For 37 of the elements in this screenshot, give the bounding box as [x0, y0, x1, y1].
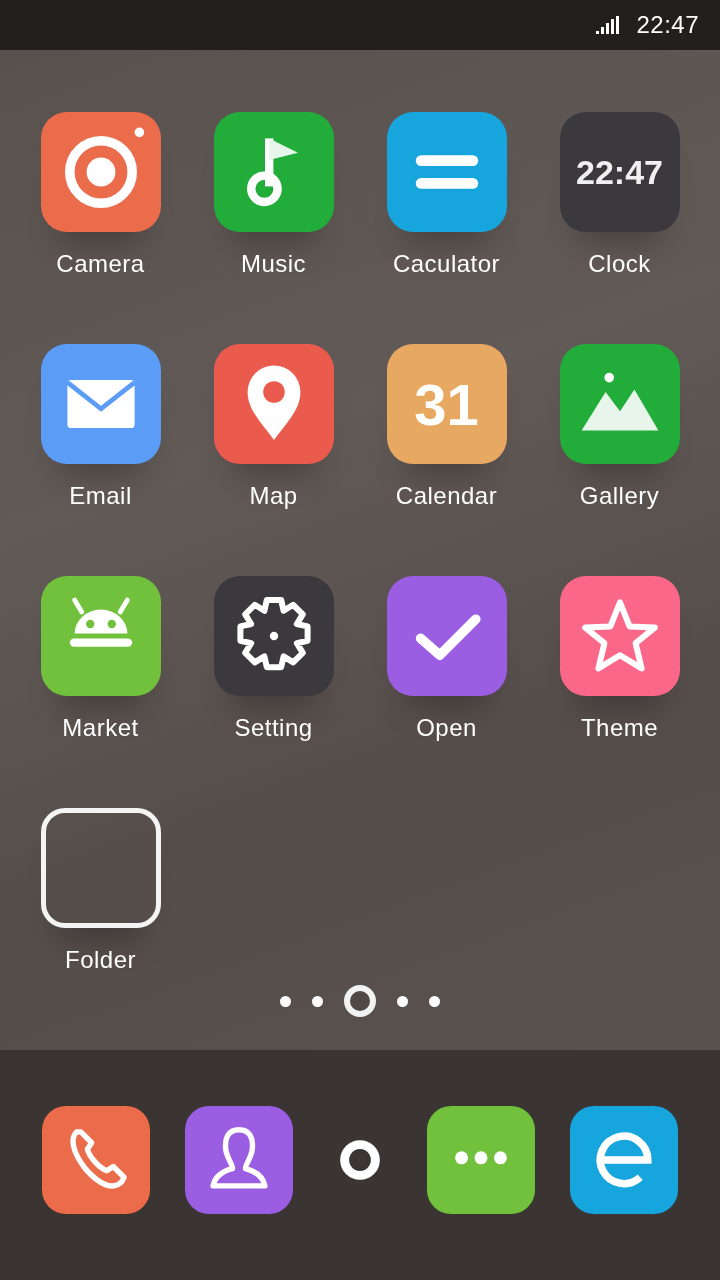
page-indicator-dot[interactable]	[344, 985, 376, 1017]
robot-icon[interactable]	[40, 576, 161, 696]
status-time: 22:47	[636, 11, 699, 39]
page-indicator-dot[interactable]	[429, 995, 440, 1007]
page-indicator-dot[interactable]	[280, 995, 291, 1007]
app-label[interactable]: Theme	[580, 714, 659, 742]
signal-icon	[596, 16, 621, 34]
app-label[interactable]: Email	[69, 482, 132, 510]
camera-icon[interactable]	[40, 112, 161, 232]
app-label[interactable]: Clock	[588, 250, 651, 278]
dots-icon[interactable]	[427, 1106, 535, 1214]
app-label[interactable]: Music	[240, 250, 307, 278]
envelope-icon[interactable]	[40, 344, 161, 464]
map-pin-icon[interactable]	[213, 344, 334, 464]
app-label[interactable]: Caculator	[392, 250, 501, 278]
checkmark-icon[interactable]	[386, 576, 507, 696]
settings-icon[interactable]	[213, 576, 334, 696]
person-icon[interactable]	[185, 1106, 293, 1214]
app-label[interactable]: Calendar	[395, 482, 498, 510]
clock-icon[interactable]: 22:47	[559, 112, 680, 232]
app-label[interactable]: Market	[62, 714, 139, 742]
phone-icon[interactable]	[42, 1106, 150, 1214]
equals-icon[interactable]	[386, 112, 507, 232]
app-label[interactable]: Setting	[234, 714, 313, 742]
calendar-date: 31	[414, 370, 479, 438]
app-label[interactable]: Map	[249, 482, 298, 510]
app-label[interactable]: Folder	[65, 946, 136, 974]
mountain-icon[interactable]	[559, 344, 680, 464]
page-indicator-dot[interactable]	[397, 995, 408, 1007]
page-indicator-dot[interactable]	[312, 995, 323, 1007]
app-label[interactable]: Camera	[56, 250, 145, 278]
folder-icon[interactable]	[40, 808, 161, 928]
clock-time: 22:47	[576, 152, 663, 192]
music-note-icon[interactable]	[213, 112, 334, 232]
e-letter-icon[interactable]	[570, 1106, 678, 1214]
app-label[interactable]: Gallery	[579, 482, 660, 510]
app-label[interactable]: Open	[416, 714, 477, 742]
